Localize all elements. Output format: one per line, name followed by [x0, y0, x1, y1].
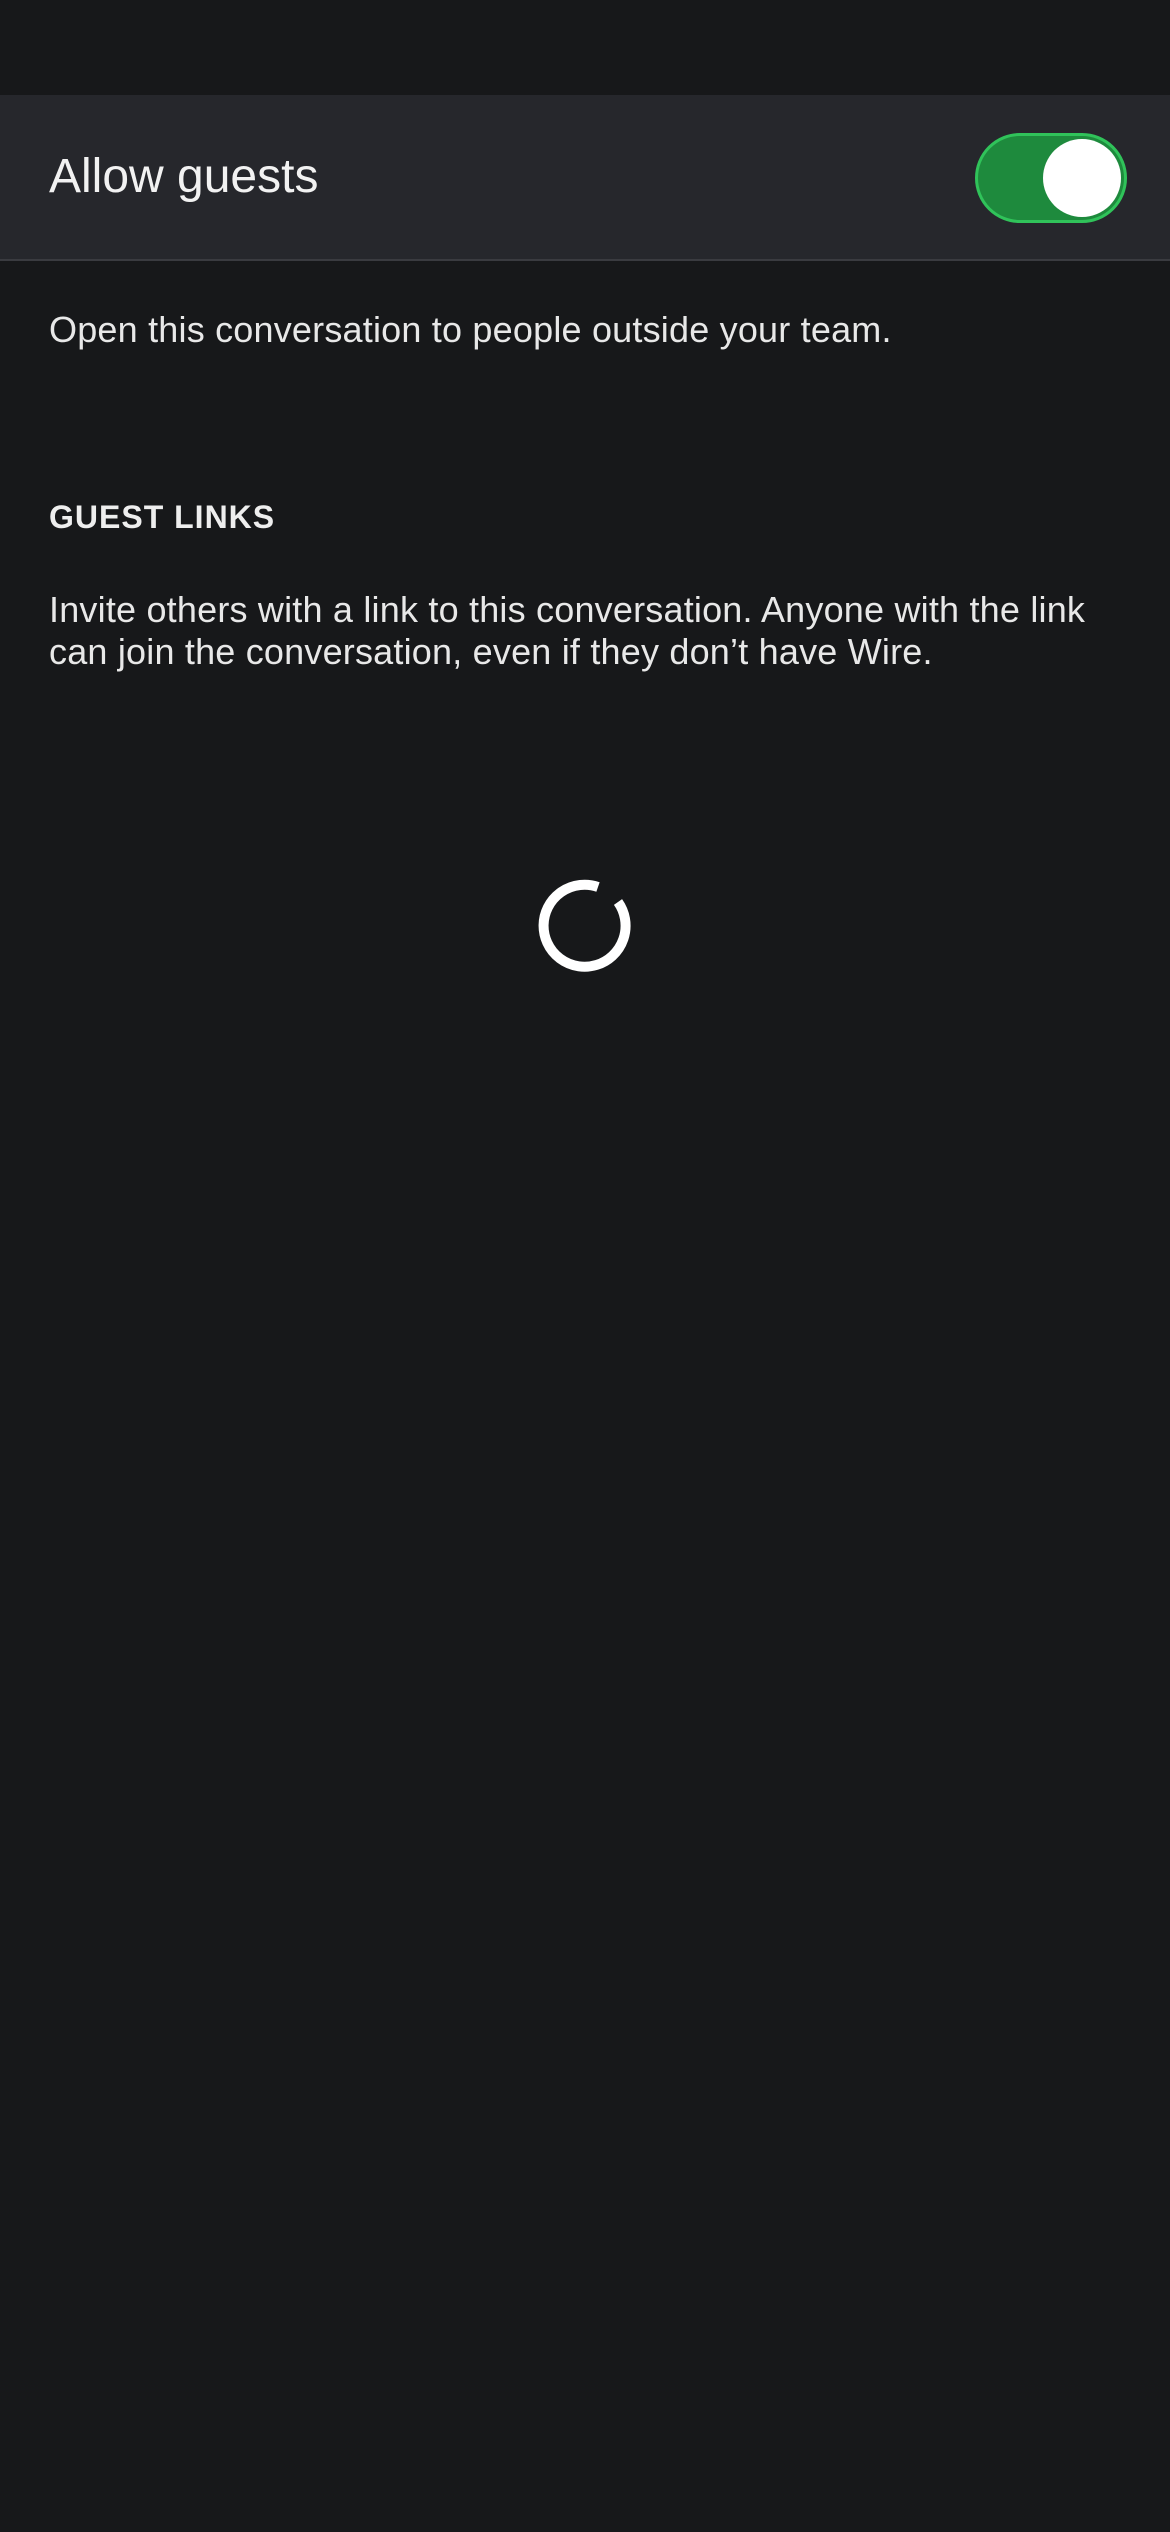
- allow-guests-toggle[interactable]: [975, 133, 1127, 223]
- guest-links-description: Invite others with a link to this conver…: [49, 589, 1086, 672]
- allow-guests-row: Allow guests: [0, 95, 1170, 261]
- allow-guests-description: Open this conversation to people outside…: [49, 309, 892, 350]
- allow-guests-label: Allow guests: [49, 150, 319, 203]
- loading-spinner-icon: [538, 879, 631, 972]
- guest-links-header: GUEST LINKS: [49, 499, 276, 535]
- toggle-knob: [1043, 139, 1121, 217]
